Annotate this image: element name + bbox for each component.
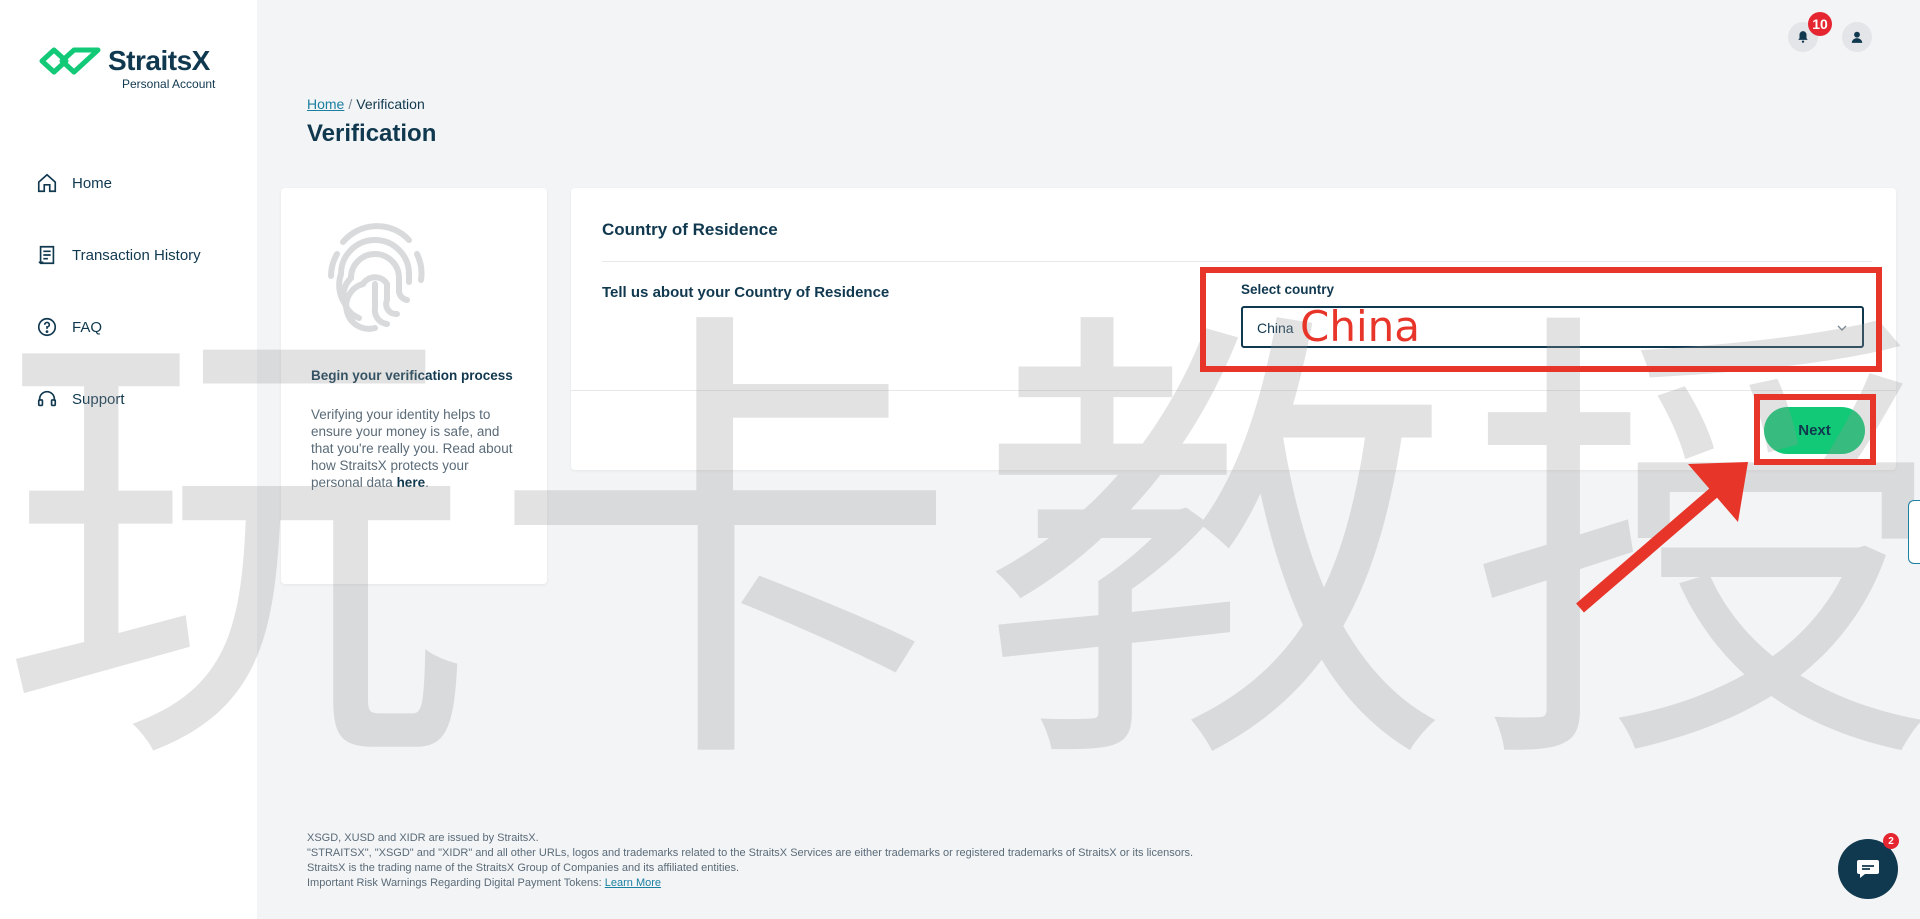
- sidebar: StraitsX Personal Account Home Transacti…: [0, 0, 257, 919]
- footer-line-4: Important Risk Warnings Regarding Digita…: [307, 876, 1193, 891]
- annotation-arrow-icon: [1576, 462, 1748, 613]
- footer-line-2: "STRAITSX", "XSGD" and "XIDR" and all ot…: [307, 847, 1194, 859]
- help-circle-icon: [37, 317, 57, 337]
- breadcrumb: Home / Verification: [307, 96, 425, 112]
- chat-badge: 2: [1883, 833, 1899, 849]
- headset-icon: [37, 390, 57, 407]
- avatar-button[interactable]: [1842, 22, 1872, 52]
- info-title: Begin your verification process: [311, 368, 513, 383]
- info-text-end: .: [425, 475, 429, 490]
- home-icon: [37, 173, 57, 193]
- sidebar-item-support[interactable]: Support: [36, 384, 125, 414]
- learn-more-link[interactable]: Learn More: [605, 877, 661, 889]
- breadcrumb-home-link[interactable]: Home: [307, 96, 344, 112]
- sidebar-item-label: Transaction History: [72, 246, 201, 264]
- card-footer-divider: [571, 390, 1896, 391]
- logo-name: StraitsX: [108, 45, 210, 76]
- breadcrumb-separator: /: [348, 96, 353, 112]
- annotation-text: China: [1300, 302, 1420, 351]
- sidebar-item-label: Support: [72, 390, 125, 408]
- fingerprint-icon: [328, 223, 425, 332]
- breadcrumb-current: Verification: [356, 96, 425, 112]
- footer-risk-text: Important Risk Warnings Regarding Digita…: [307, 877, 605, 889]
- sidebar-item-home[interactable]: Home: [36, 168, 112, 198]
- footer-line-1: XSGD, XUSD and XIDR are issued by Strait…: [307, 832, 539, 844]
- logo-subtitle: Personal Account: [122, 77, 216, 91]
- chat-bubble-icon: [1857, 860, 1879, 878]
- card-divider: [602, 261, 1872, 262]
- card-question: Tell us about your Country of Residence: [602, 284, 890, 301]
- page-title: Verification: [307, 120, 437, 147]
- annotation-box-next: [1754, 394, 1876, 465]
- bell-icon: [1798, 31, 1808, 43]
- feedback-tab[interactable]: [1908, 500, 1920, 564]
- notification-count-badge: 10: [1808, 12, 1832, 36]
- sidebar-item-transaction-history[interactable]: Transaction History: [36, 240, 201, 270]
- sidebar-item-faq[interactable]: FAQ: [36, 312, 102, 342]
- card-title: Country of Residence: [602, 220, 778, 239]
- logo[interactable]: StraitsX Personal Account: [38, 46, 215, 91]
- receipt-icon: [38, 245, 55, 265]
- privacy-link[interactable]: here: [397, 475, 426, 490]
- sidebar-item-label: FAQ: [72, 318, 103, 336]
- footer-line-3: StraitsX is the trading name of the Stra…: [307, 862, 740, 874]
- user-icon: [1851, 31, 1863, 43]
- info-card: Begin your verification process Verifyin…: [281, 188, 547, 584]
- straitsx-logo-icon: [39, 47, 101, 75]
- sidebar-item-label: Home: [72, 174, 113, 192]
- info-text: Verifying your identity helps to ensure …: [311, 406, 516, 491]
- footer: XSGD, XUSD and XIDR are issued by Strait…: [307, 831, 1193, 891]
